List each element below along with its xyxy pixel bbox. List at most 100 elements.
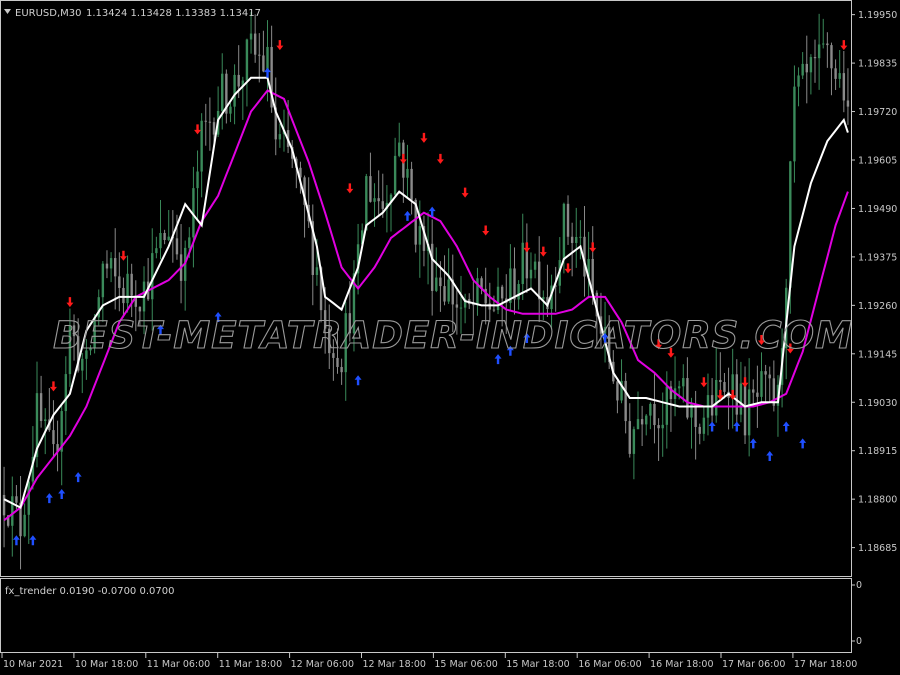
- candle: [653, 373, 656, 444]
- price-tick-label: 1.19375: [858, 252, 897, 263]
- price-tick-label: 1.18800: [858, 495, 897, 506]
- down-arrow-icon: [564, 263, 572, 274]
- time-tick-label: 17 Mar 06:00: [722, 659, 785, 670]
- time-axis[interactable]: 10 Mar 2021 10 Mar 18:00 11 Mar 06:00 11 Ma…: [1, 653, 857, 670]
- candle: [101, 261, 105, 322]
- candle: [340, 358, 343, 385]
- candle: [822, 18, 825, 49]
- candle: [146, 258, 150, 301]
- candle: [575, 207, 578, 268]
- candle: [686, 357, 689, 420]
- time-tick-label: 12 Mar 18:00: [363, 659, 426, 670]
- candle: [365, 173, 368, 231]
- up-arrow-icon: [354, 375, 362, 386]
- price-tick-label: 1.18685: [858, 543, 897, 554]
- chart-window[interactable]: BEST-METATRADER-INDICATORS.COM EURUSD,M3…: [0, 0, 900, 675]
- down-arrow-icon: [276, 40, 284, 51]
- down-arrow-icon: [399, 153, 407, 164]
- signal-arrows: [12, 40, 848, 546]
- down-arrow-icon: [436, 153, 444, 164]
- indicator-axis: 00: [851, 580, 862, 647]
- candle: [274, 77, 277, 156]
- candle: [525, 223, 529, 294]
- candle: [640, 405, 644, 446]
- candle: [665, 371, 669, 449]
- candle: [480, 276, 483, 295]
- candle: [616, 380, 619, 414]
- time-tick-label: 12 Mar 06:00: [291, 659, 354, 670]
- price-tick-label: 1.19490: [858, 204, 897, 215]
- candle: [39, 375, 43, 428]
- up-arrow-icon: [45, 493, 53, 504]
- price-tick-label: 1.19835: [858, 59, 897, 70]
- candle: [645, 414, 648, 436]
- up-arrow-icon: [782, 421, 790, 432]
- candle: [183, 240, 187, 311]
- candle: [533, 253, 537, 279]
- up-arrow-icon: [749, 438, 757, 449]
- candle: [739, 361, 743, 423]
- candle: [723, 373, 726, 399]
- candle: [19, 476, 22, 570]
- candle: [752, 379, 755, 407]
- up-arrow-icon: [29, 535, 37, 546]
- price-tick-label: 1.19950: [858, 10, 897, 21]
- candle: [620, 359, 623, 404]
- candle: [649, 402, 652, 430]
- time-tick-label: 10 Mar 2021: [3, 659, 63, 670]
- price-tick-label: 1.19145: [858, 349, 897, 360]
- candle: [554, 266, 557, 312]
- time-tick-label: 16 Mar 18:00: [650, 659, 713, 670]
- up-arrow-icon: [74, 472, 82, 483]
- candle: [126, 255, 129, 313]
- candle: [558, 237, 561, 294]
- down-arrow-icon: [346, 183, 354, 194]
- candle: [735, 359, 738, 425]
- triangle-down-icon[interactable]: [4, 9, 11, 14]
- candle: [834, 59, 837, 90]
- candle: [760, 352, 763, 403]
- price-tick-label: 1.19030: [858, 398, 897, 409]
- ohlc-values: 1.13424 1.13428 1.13383 1.13417: [86, 8, 261, 19]
- candle: [278, 123, 282, 148]
- candle: [406, 144, 409, 199]
- watermark-group: BEST-METATRADER-INDICATORS.COM: [53, 313, 853, 357]
- candle: [52, 400, 55, 457]
- price-tick-label: 1.19260: [858, 301, 897, 312]
- price-plot-area[interactable]: [2, 11, 850, 570]
- down-arrow-icon: [539, 246, 547, 257]
- up-arrow-icon: [12, 535, 20, 546]
- down-arrow-icon: [194, 124, 202, 135]
- candle: [797, 67, 800, 107]
- candle: [682, 364, 685, 403]
- candle: [2, 466, 6, 548]
- candle: [809, 54, 813, 95]
- candle: [109, 252, 113, 283]
- candle: [167, 209, 170, 242]
- candle: [731, 348, 734, 429]
- candle: [200, 113, 203, 198]
- candle: [509, 244, 512, 312]
- candle: [628, 403, 631, 458]
- up-arrow-icon: [403, 210, 411, 221]
- candle: [513, 247, 516, 315]
- down-arrow-icon: [589, 242, 597, 253]
- candle: [805, 35, 808, 104]
- candle: [253, 14, 257, 63]
- candle: [764, 364, 767, 404]
- candle: [768, 366, 771, 402]
- candle: [262, 30, 265, 73]
- time-tick-label: 15 Mar 18:00: [506, 659, 569, 670]
- candle: [11, 476, 14, 557]
- candle: [258, 33, 261, 83]
- candle: [196, 150, 199, 220]
- time-tick-label: 11 Mar 06:00: [147, 659, 210, 670]
- time-tick-label: 10 Mar 18:00: [75, 659, 138, 670]
- candle: [583, 206, 586, 297]
- candle: [727, 367, 730, 430]
- up-arrow-icon: [264, 67, 272, 78]
- candle: [266, 20, 269, 102]
- price-axis[interactable]: 1.19950 1.19835 1.19720 1.19605 1.19490 1.193…: [851, 10, 897, 554]
- candle: [155, 236, 158, 259]
- candle: [690, 397, 693, 449]
